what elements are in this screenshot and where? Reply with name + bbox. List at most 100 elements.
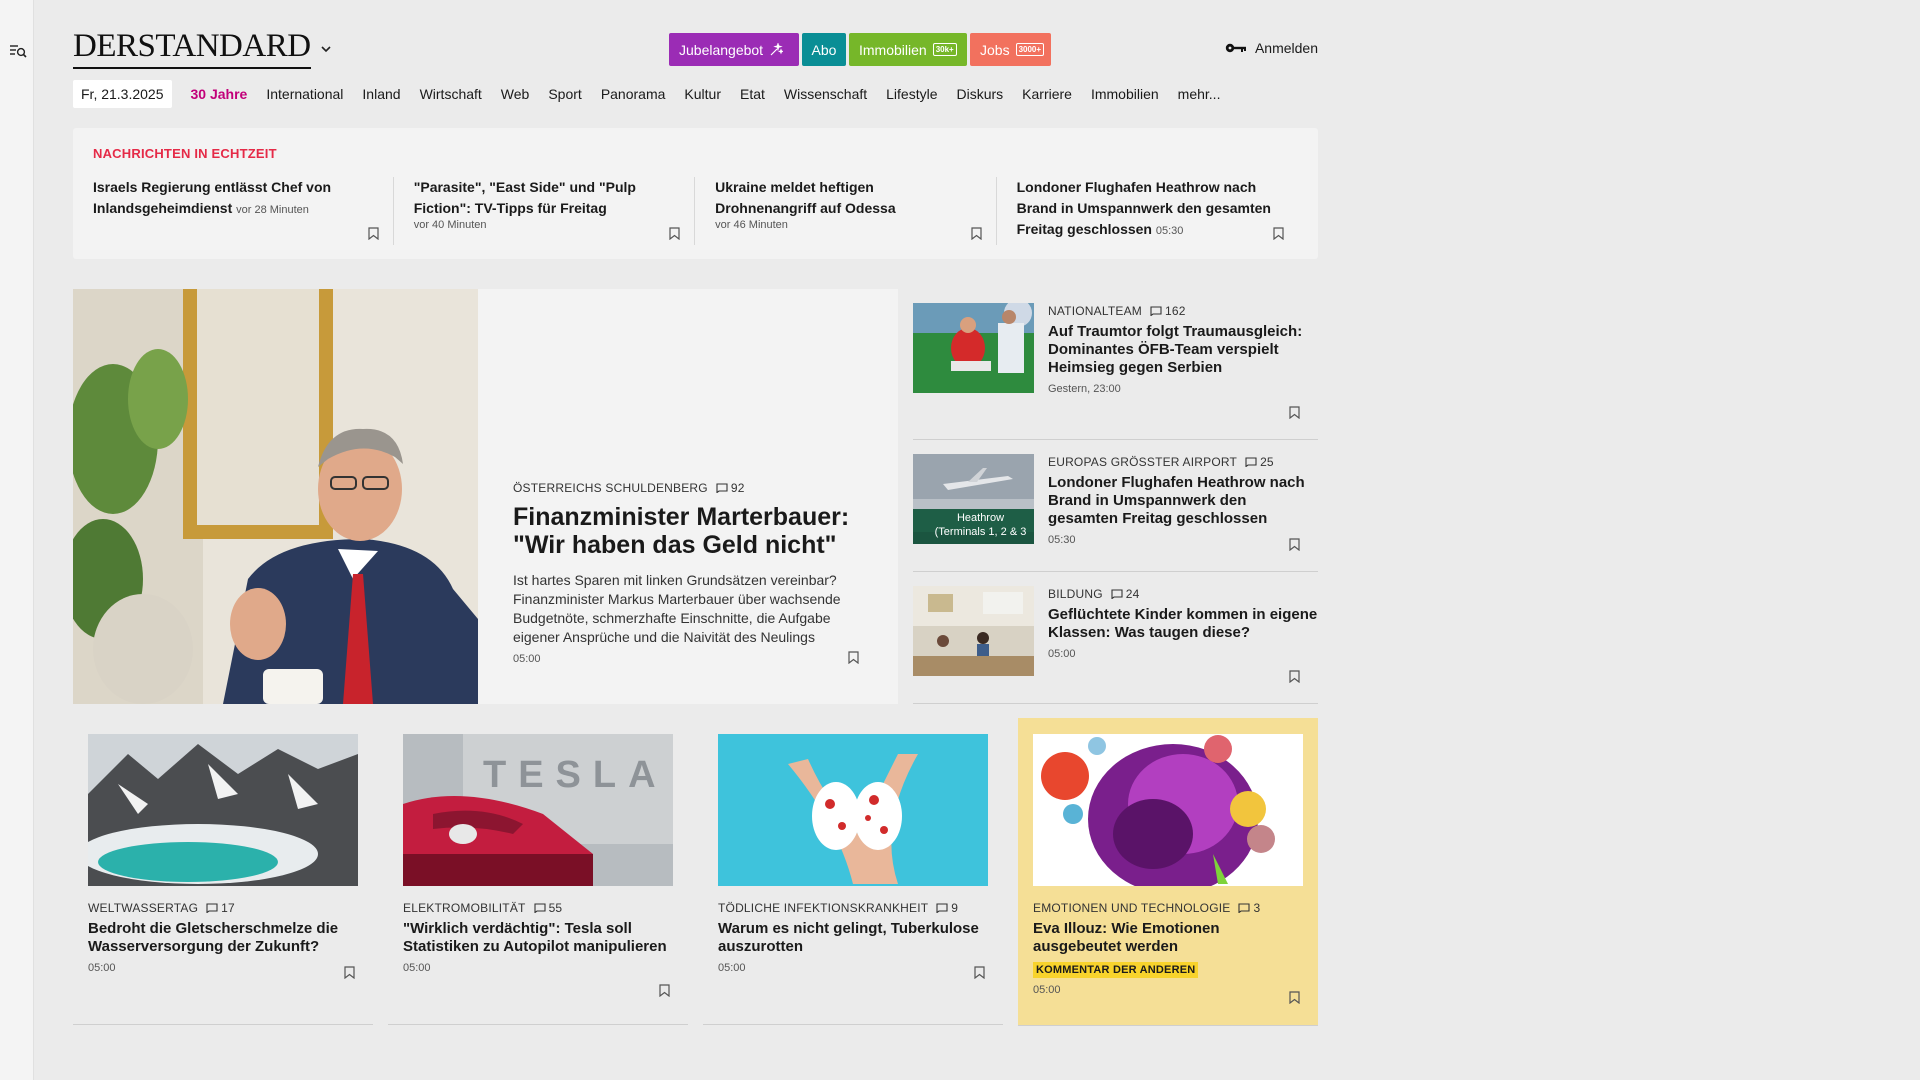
comment-count-value: 3 bbox=[1253, 901, 1261, 915]
bookmark-icon[interactable] bbox=[1289, 538, 1300, 551]
comment-count-value: 9 bbox=[951, 901, 959, 915]
side-article[interactable]: Heathrow (Terminals 1, 2 & 3 EUROPAS GRÖ… bbox=[913, 440, 1318, 572]
nav-item-wirtschaft[interactable]: Wirtschaft bbox=[420, 86, 482, 102]
side-article-image bbox=[913, 303, 1034, 393]
bookmark-icon[interactable] bbox=[344, 966, 355, 979]
teaser-card-time: 05:00 bbox=[718, 962, 746, 974]
ticker-item-time: vor 40 Minuten bbox=[413, 219, 487, 231]
comment-icon bbox=[206, 903, 218, 913]
menu-search-icon[interactable] bbox=[9, 42, 27, 60]
jubelangebot-button[interactable]: Jubelangebot bbox=[669, 33, 799, 66]
nav-item-30-jahre[interactable]: 30 Jahre bbox=[191, 86, 248, 102]
hero-kicker-label: ÖSTERREICHS SCHULDENBERG bbox=[513, 481, 708, 495]
nav-item-mehr[interactable]: mehr... bbox=[1178, 86, 1221, 102]
teaser-card-kicker-label: ELEKTROMOBILITÄT bbox=[403, 901, 526, 915]
side-article-image bbox=[913, 586, 1034, 676]
teaser-card[interactable]: WELTWASSERTAG 17 Bedroht die Gletschersc… bbox=[73, 718, 373, 1025]
teaser-card-image bbox=[88, 734, 358, 886]
nav-item-kultur[interactable]: Kultur bbox=[684, 86, 721, 102]
sign-text-heathrow: Heathrow bbox=[956, 512, 1005, 524]
side-article-image: Heathrow (Terminals 1, 2 & 3 bbox=[913, 454, 1034, 544]
nav-item-immobilien[interactable]: Immobilien bbox=[1091, 86, 1159, 102]
comment-count: 17 bbox=[206, 901, 235, 915]
immobilien-button[interactable]: Immobilien 30k+ bbox=[849, 33, 967, 66]
nav-item-wissenschaft[interactable]: Wissenschaft bbox=[784, 86, 867, 102]
comment-count: 9 bbox=[936, 901, 958, 915]
abo-button[interactable]: Abo bbox=[802, 33, 846, 66]
login-label: Anmelden bbox=[1254, 40, 1318, 56]
site-logo[interactable]: DERSTANDARD bbox=[73, 30, 311, 69]
teaser-card-title: "Wirklich verdächtig": Tesla soll Statis… bbox=[403, 920, 667, 955]
side-article-kicker: NATIONALTEAM 162 bbox=[1048, 304, 1318, 318]
live-ticker: NACHRICHTEN IN ECHTZEIT Israels Regierun… bbox=[73, 128, 1318, 259]
abo-label: Abo bbox=[811, 41, 837, 58]
bookmark-icon[interactable] bbox=[1289, 406, 1300, 419]
ticker-item[interactable]: Israels Regierung entlässt Chef von Inla… bbox=[93, 177, 394, 245]
site-container: DERSTANDARD Jubelangebot Abo Immobilien … bbox=[73, 0, 1318, 1026]
opinion-card[interactable]: EMOTIONEN UND TECHNOLOGIE 3 Eva Illouz: … bbox=[1018, 718, 1318, 1026]
hero-article[interactable]: ÖSTERREICHS SCHULDENBERG 92 Finanzminist… bbox=[73, 289, 898, 704]
side-article[interactable]: BILDUNG 24 Geflüchtete Kinder kommen in … bbox=[913, 572, 1318, 704]
hero-teaser: Ist hartes Sparen mit linken Grundsätzen… bbox=[513, 572, 841, 645]
comment-count: 55 bbox=[534, 901, 563, 915]
key-icon bbox=[1225, 42, 1247, 54]
sparkle-icon bbox=[769, 42, 784, 57]
jobs-button[interactable]: Jobs 3000+ bbox=[970, 33, 1051, 66]
nav-item-panorama[interactable]: Panorama bbox=[601, 86, 666, 102]
nav-item-web[interactable]: Web bbox=[501, 86, 530, 102]
teaser-card-kicker: ELEKTROMOBILITÄT 55 bbox=[403, 901, 673, 915]
side-article-kicker: EUROPAS GRÖSSTER AIRPORT 25 bbox=[1048, 455, 1318, 469]
nav-item-sport[interactable]: Sport bbox=[548, 86, 581, 102]
ticker-item[interactable]: Londoner Flughafen Heathrow nach Brand i… bbox=[997, 177, 1298, 245]
teaser-card-kicker-label: EMOTIONEN UND TECHNOLOGIE bbox=[1033, 901, 1231, 915]
side-article[interactable]: NATIONALTEAM 162 Auf Traumtor folgt Trau… bbox=[913, 289, 1318, 440]
comment-count-value: 162 bbox=[1164, 304, 1186, 318]
nav-item-karriere[interactable]: Karriere bbox=[1022, 86, 1072, 102]
ticker-item-time: vor 46 Minuten bbox=[715, 219, 788, 231]
teaser-card-time: 05:00 bbox=[88, 962, 116, 974]
bookmark-icon[interactable] bbox=[659, 984, 670, 997]
comment-icon bbox=[1238, 903, 1251, 913]
side-article-kicker-label: NATIONALTEAM bbox=[1048, 304, 1142, 318]
hero-time: 05:00 bbox=[513, 653, 541, 665]
hero-title: Finanzminister Marterbauer: "Wir haben d… bbox=[513, 503, 850, 559]
teaser-card-kicker-label: TÖDLICHE INFEKTIONSKRANKHEIT bbox=[718, 901, 929, 915]
date-chip: Fr, 21.3.2025 bbox=[73, 80, 172, 108]
comment-icon bbox=[1111, 589, 1123, 599]
nav-item-etat[interactable]: Etat bbox=[740, 86, 765, 102]
bookmark-icon[interactable] bbox=[974, 966, 985, 979]
ticker-item[interactable]: Ukraine meldet heftigen Drohnenangriff a… bbox=[695, 177, 997, 245]
comment-count: 92 bbox=[716, 481, 745, 495]
nav-item-diskurs[interactable]: Diskurs bbox=[957, 86, 1004, 102]
immobilien-label: Immobilien bbox=[859, 41, 927, 58]
bookmark-icon[interactable] bbox=[1273, 227, 1284, 240]
bookmark-icon[interactable] bbox=[848, 651, 859, 664]
nav-item-international[interactable]: International bbox=[266, 86, 343, 102]
comment-icon bbox=[1150, 306, 1162, 316]
login-button[interactable]: Anmelden bbox=[1225, 40, 1318, 56]
nav-item-lifestyle[interactable]: Lifestyle bbox=[886, 86, 937, 102]
comment-icon bbox=[716, 483, 728, 493]
side-article-kicker-label: BILDUNG bbox=[1048, 587, 1103, 601]
ticker-item[interactable]: "Parasite", "East Side" und "Pulp Fictio… bbox=[394, 177, 696, 245]
side-article-kicker: BILDUNG 24 bbox=[1048, 587, 1318, 601]
bookmark-icon[interactable] bbox=[368, 227, 379, 240]
main-nav: Fr, 21.3.2025 30 Jahre International Inl… bbox=[73, 76, 1318, 112]
ticker-item-title: "Parasite", "East Side" und "Pulp Fictio… bbox=[413, 179, 636, 216]
chevron-down-icon[interactable] bbox=[319, 42, 333, 56]
teaser-card-time: 05:00 bbox=[1033, 984, 1061, 996]
teaser-card[interactable]: TESLA ELEKTROMOBILITÄT 55 "Wirklich verd… bbox=[388, 718, 688, 1025]
teaser-card-time: 05:00 bbox=[403, 962, 431, 974]
comment-count: 24 bbox=[1111, 587, 1140, 601]
bookmark-icon[interactable] bbox=[1289, 991, 1300, 1004]
side-article-title: Auf Traumtor folgt Traumausgleich: Domin… bbox=[1048, 323, 1303, 376]
teaser-card-kicker: EMOTIONEN UND TECHNOLOGIE 3 bbox=[1033, 901, 1303, 915]
nav-item-inland[interactable]: Inland bbox=[362, 86, 400, 102]
bookmark-icon[interactable] bbox=[1289, 670, 1300, 683]
comment-count: 25 bbox=[1245, 455, 1274, 469]
bookmark-icon[interactable] bbox=[669, 227, 680, 240]
comment-count: 162 bbox=[1150, 304, 1186, 318]
teaser-card-title: Warum es nicht gelingt, Tuberkulose ausz… bbox=[718, 920, 979, 955]
bookmark-icon[interactable] bbox=[970, 227, 982, 240]
teaser-card[interactable]: TÖDLICHE INFEKTIONSKRANKHEIT 9 Warum es … bbox=[703, 718, 1003, 1025]
